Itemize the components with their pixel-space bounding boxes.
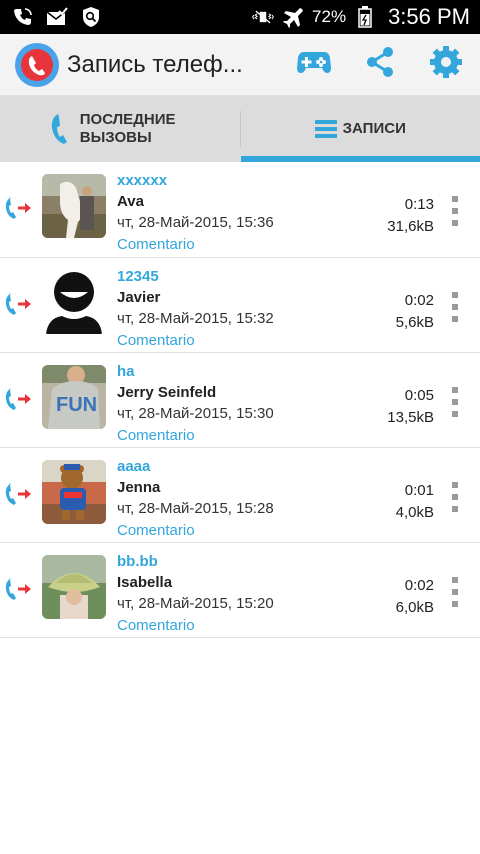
recording-size: 31,6kB <box>387 218 434 235</box>
app-bar: Запись телеф... <box>0 34 480 96</box>
contact-photo-child-green-hat[interactable] <box>42 555 106 619</box>
overflow-menu-icon[interactable] <box>450 292 460 322</box>
status-bar: 72% 3:56 PM <box>0 0 480 34</box>
recording-duration: 0:02 <box>404 577 434 594</box>
recording-size: 4,0kB <box>395 504 434 521</box>
settings-button[interactable] <box>417 36 475 94</box>
recording-tag: xxxxxx <box>117 172 168 189</box>
recording-row[interactable]: bb.bb Isabella чт, 28-Май-2015, 15:20 Co… <box>0 543 480 638</box>
outgoing-call-icon <box>4 291 34 317</box>
comment-link[interactable]: Comentario <box>117 617 480 634</box>
share-button[interactable] <box>351 36 409 94</box>
app-title: Запись телеф... <box>67 50 243 78</box>
overflow-menu-icon[interactable] <box>450 482 460 512</box>
comment-link[interactable]: Comentario <box>117 332 480 349</box>
app-logo-icon[interactable] <box>15 42 59 87</box>
contact-photo-white-horse[interactable] <box>42 174 106 238</box>
shield-search-icon <box>80 6 102 28</box>
gamepad-button[interactable] <box>285 36 343 94</box>
recording-size: 5,6kB <box>395 314 434 331</box>
battery-percent: 72% <box>312 7 347 26</box>
settings-gear-icon <box>429 45 463 84</box>
share-icon <box>364 46 396 83</box>
overflow-menu-icon[interactable] <box>450 387 460 417</box>
comment-link[interactable]: Comentario <box>117 427 480 444</box>
airplane-mode-icon <box>282 6 304 28</box>
tab-recordings[interactable]: ЗАПИСИ <box>240 96 480 162</box>
recording-tag: aaaa <box>117 458 151 475</box>
overflow-menu-icon[interactable] <box>450 577 460 607</box>
outgoing-call-icon <box>4 195 34 221</box>
recording-duration: 0:02 <box>404 292 434 309</box>
clock: 3:56 PM <box>388 4 470 29</box>
phone-icon <box>50 112 74 146</box>
recording-size: 6,0kB <box>395 599 434 616</box>
tab-recent-calls-label: ПОСЛЕДНИЕ ВЫЗОВЫ <box>79 111 176 146</box>
comment-link[interactable]: Comentario <box>117 236 480 253</box>
tab-recordings-label: ЗАПИСИ <box>342 120 406 137</box>
contact-photo-teddy-bear[interactable] <box>42 460 106 524</box>
comment-link[interactable]: Comentario <box>117 522 480 539</box>
tab-recent-calls[interactable]: ПОСЛЕДНИЕ ВЫЗОВЫ <box>0 96 240 162</box>
recordings-list: xxxxxx Ava чт, 28-Май-2015, 15:36 Coment… <box>0 162 480 638</box>
recording-row[interactable]: FUN ha Jerry Seinfeld чт, 28-Май-2015, 1… <box>0 353 480 448</box>
recording-row[interactable]: aaaa Jenna чт, 28-Май-2015, 15:28 Coment… <box>0 448 480 543</box>
overflow-menu-icon[interactable] <box>450 196 460 226</box>
outgoing-call-icon <box>4 386 34 412</box>
svg-text:FUN: FUN <box>56 394 97 416</box>
vibrate-off-icon <box>252 6 274 28</box>
mail-check-icon <box>46 6 68 28</box>
contact-photo-child-shirt[interactable]: FUN <box>42 365 106 429</box>
outgoing-call-icon <box>4 481 34 507</box>
recording-duration: 0:01 <box>404 482 434 499</box>
tab-bar: ПОСЛЕДНИЕ ВЫЗОВЫ ЗАПИСИ <box>0 96 480 162</box>
default-contact-avatar[interactable] <box>42 270 106 334</box>
recording-row[interactable]: xxxxxx Ava чт, 28-Май-2015, 15:36 Coment… <box>0 162 480 258</box>
phone-call-icon <box>12 6 34 28</box>
recording-row[interactable]: 12345 Javier чт, 28-Май-2015, 15:32 Come… <box>0 258 480 353</box>
recording-duration: 0:05 <box>404 387 434 404</box>
recording-tag: 12345 <box>117 268 159 285</box>
outgoing-call-icon <box>4 576 34 602</box>
gamepad-icon <box>297 49 331 80</box>
recording-size: 13,5kB <box>387 409 434 426</box>
recording-duration: 0:13 <box>404 196 434 213</box>
recording-tag: ha <box>117 363 135 380</box>
list-icon <box>314 119 337 139</box>
recording-tag: bb.bb <box>117 553 158 570</box>
battery-icon <box>354 6 376 28</box>
